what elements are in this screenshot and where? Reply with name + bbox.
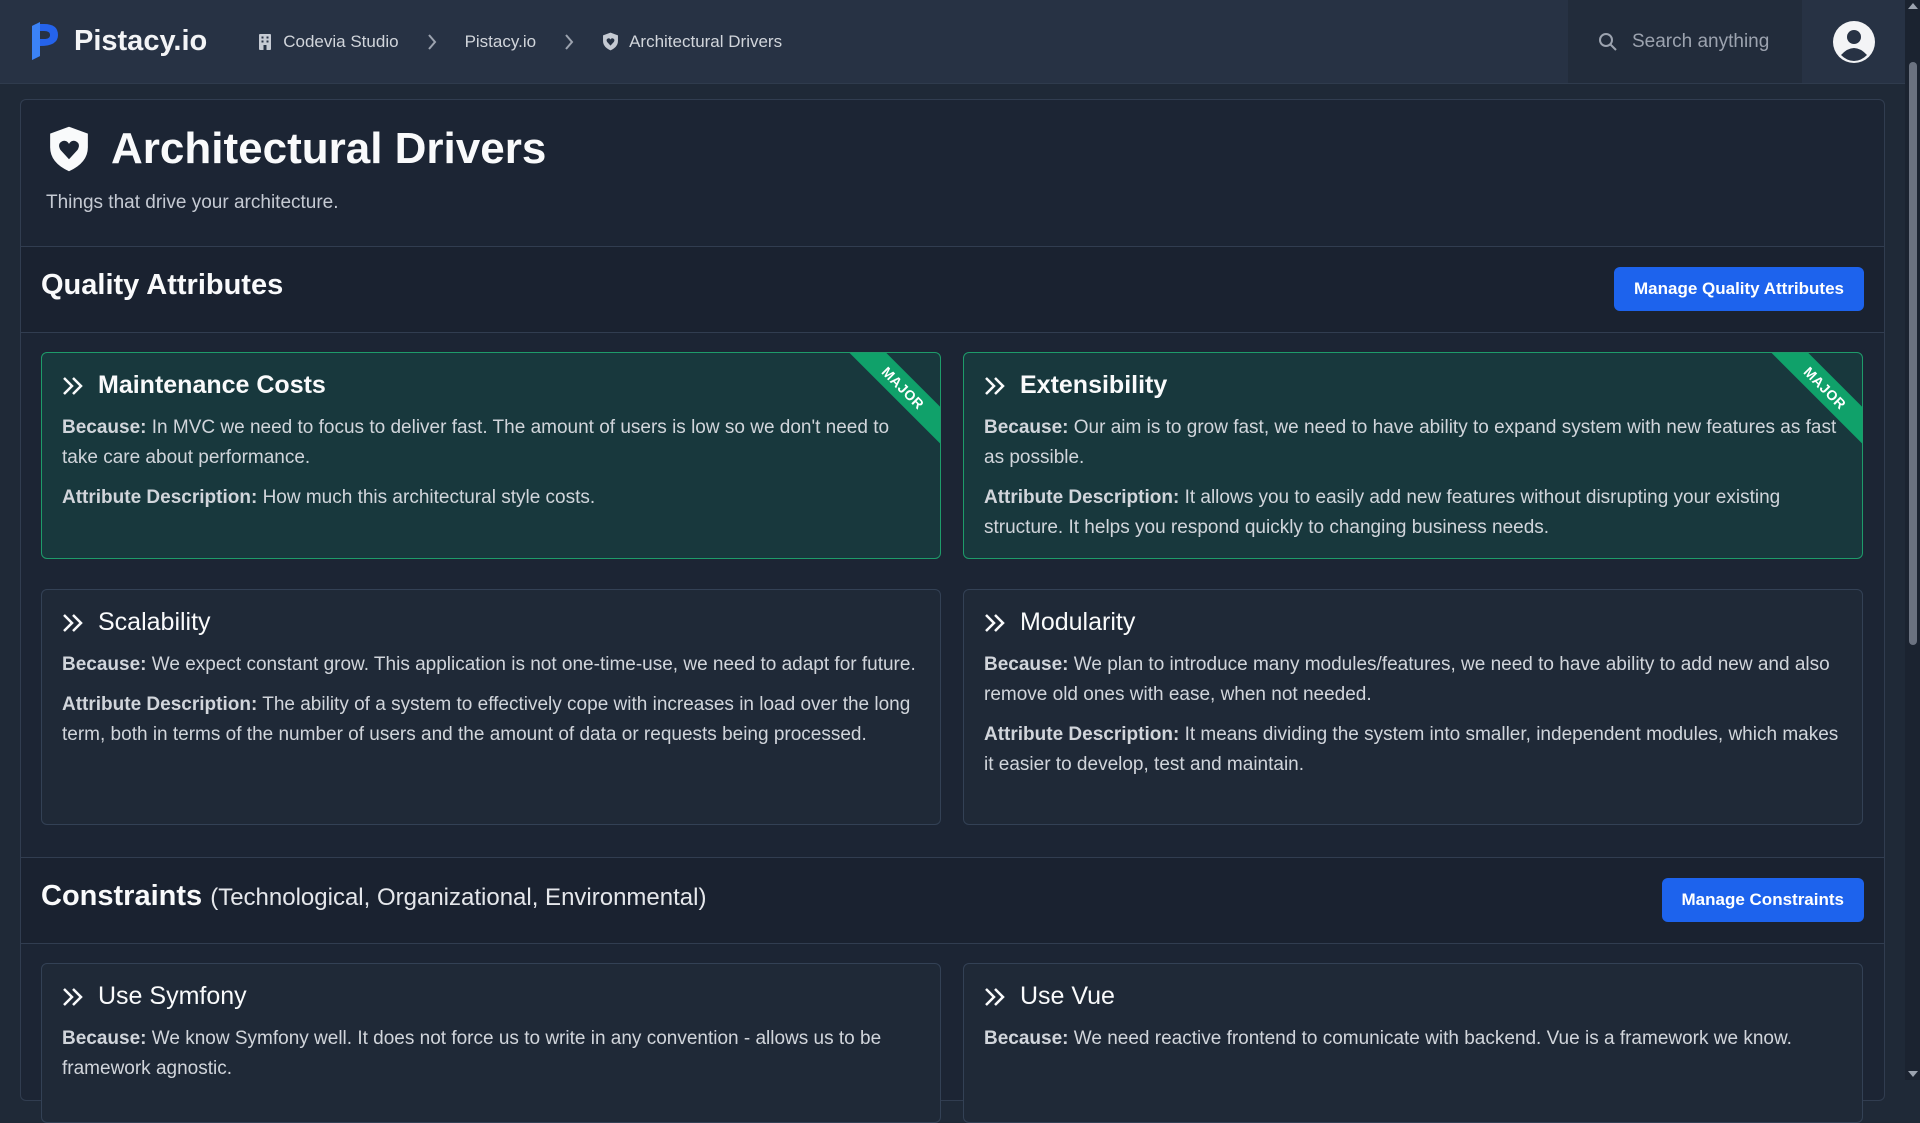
card-title: Scalability bbox=[98, 608, 211, 636]
card-body: Because: We expect constant grow. This a… bbox=[62, 650, 920, 760]
quality-attribute-card[interactable]: Scalability Because: We expect constant … bbox=[41, 589, 941, 825]
card-body: Because: We need reactive frontend to co… bbox=[984, 1024, 1842, 1064]
page-subtitle: Things that drive your architecture. bbox=[46, 192, 339, 213]
description-label: Attribute Description: bbox=[62, 694, 258, 715]
page-header: Architectural Drivers Things that drive … bbox=[21, 100, 1884, 247]
quality-attribute-card[interactable]: MAJOR Extensibility Because: Our aim is … bbox=[963, 352, 1863, 559]
breadcrumb-label: Architectural Drivers bbox=[629, 31, 783, 51]
because-label: Because: bbox=[62, 1028, 147, 1049]
constraint-card[interactable]: Use Vue Because: We need reactive fronte… bbox=[963, 963, 1863, 1123]
because-value: In MVC we need to focus to deliver fast.… bbox=[62, 417, 890, 468]
constraints-title-text: Constraints bbox=[41, 880, 203, 912]
description-label: Attribute Description: bbox=[984, 724, 1180, 745]
double-chevron-right-icon bbox=[63, 376, 83, 395]
breadcrumb-item-project[interactable]: Pistacy.io bbox=[465, 32, 537, 52]
description-label: Attribute Description: bbox=[984, 487, 1180, 508]
double-chevron-right-icon bbox=[985, 613, 1005, 632]
card-title: Extensibility bbox=[1020, 371, 1168, 399]
description-text: Attribute Description: It allows you to … bbox=[984, 483, 1842, 543]
main-panel: Architectural Drivers Things that drive … bbox=[20, 99, 1885, 1123]
page-title: Architectural Drivers bbox=[111, 124, 547, 173]
breadcrumb: Codevia Studio Pistacy.io Architectural … bbox=[257, 32, 782, 52]
building-icon bbox=[259, 33, 272, 50]
because-text: Because: We know Symfony well. It does n… bbox=[62, 1024, 920, 1084]
card-title: Use Vue bbox=[1020, 982, 1115, 1010]
because-text: Because: We plan to introduce many modul… bbox=[984, 650, 1842, 710]
card-body: Because: We know Symfony well. It does n… bbox=[62, 1024, 920, 1094]
scroll-down-arrow-icon[interactable] bbox=[1908, 1071, 1918, 1077]
constraints-header: Constraints (Technological, Organization… bbox=[21, 857, 1884, 944]
chevron-right-icon bbox=[427, 33, 437, 51]
because-label: Because: bbox=[984, 417, 1069, 438]
page-scrollbar[interactable] bbox=[1905, 0, 1920, 1080]
card-body: Because: We plan to introduce many modul… bbox=[984, 650, 1842, 790]
card-title-row: Extensibility bbox=[984, 371, 1167, 400]
double-chevron-right-icon bbox=[985, 987, 1005, 1006]
double-chevron-right-icon bbox=[985, 376, 1005, 395]
quality-attribute-card[interactable]: Modularity Because: We plan to introduce… bbox=[963, 589, 1863, 825]
because-text: Because: We expect constant grow. This a… bbox=[62, 650, 920, 680]
card-title-row: Modularity bbox=[984, 608, 1135, 637]
double-chevron-right-icon bbox=[63, 613, 83, 632]
search-input[interactable] bbox=[1630, 29, 1794, 54]
card-title-row: Scalability bbox=[62, 608, 211, 637]
because-value: We plan to introduce many modules/featur… bbox=[984, 654, 1830, 705]
quality-attribute-card[interactable]: MAJOR Maintenance Costs Because: In MVC … bbox=[41, 352, 941, 559]
constraints-title: Constraints (Technological, Organization… bbox=[41, 880, 706, 913]
because-label: Because: bbox=[62, 417, 147, 438]
quality-attributes-header: Quality Attributes Manage Quality Attrib… bbox=[21, 247, 1884, 333]
because-label: Because: bbox=[984, 654, 1069, 675]
description-text: Attribute Description: How much this arc… bbox=[62, 483, 920, 513]
breadcrumb-label: Codevia Studio bbox=[283, 31, 399, 51]
constraints-subtitle: (Technological, Organizational, Environm… bbox=[210, 884, 707, 911]
because-value: We expect constant grow. This applicatio… bbox=[151, 654, 916, 675]
double-chevron-right-icon bbox=[63, 987, 83, 1006]
breadcrumb-label: Pistacy.io bbox=[464, 31, 537, 51]
chevron-right-icon bbox=[564, 33, 574, 51]
description-text: Attribute Description: It means dividing… bbox=[984, 720, 1842, 780]
card-title-row: Use Symfony bbox=[62, 982, 247, 1011]
breadcrumb-item-current[interactable]: Architectural Drivers bbox=[602, 32, 782, 52]
because-text: Because: We need reactive frontend to co… bbox=[984, 1024, 1842, 1054]
because-value: Our aim is to grow fast, we need to have… bbox=[984, 417, 1837, 468]
card-title: Use Symfony bbox=[98, 982, 247, 1010]
scroll-up-arrow-icon[interactable] bbox=[1908, 3, 1918, 9]
app-logo[interactable]: Pistacy.io bbox=[28, 21, 208, 62]
description-value: How much this architectural style costs. bbox=[262, 487, 596, 508]
description-text: Attribute Description: The ability of a … bbox=[62, 690, 920, 750]
pistacy-logo-icon bbox=[32, 21, 58, 60]
search-icon bbox=[1598, 32, 1618, 52]
shield-heart-icon bbox=[50, 126, 88, 172]
card-body: Because: In MVC we need to focus to deli… bbox=[62, 413, 920, 523]
scrollbar-thumb[interactable] bbox=[1909, 62, 1917, 645]
because-value: We need reactive frontend to comunicate … bbox=[1073, 1028, 1792, 1049]
because-label: Because: bbox=[984, 1028, 1069, 1049]
card-title: Maintenance Costs bbox=[98, 371, 326, 399]
app-name: Pistacy.io bbox=[74, 25, 208, 57]
page-title-row: Architectural Drivers bbox=[47, 124, 546, 174]
because-label: Because: bbox=[62, 654, 147, 675]
because-text: Because: Our aim is to grow fast, we nee… bbox=[984, 413, 1842, 473]
top-navbar: Pistacy.io Codevia Studio Pistacy.io Arc… bbox=[0, 0, 1905, 84]
user-avatar-icon[interactable] bbox=[1833, 21, 1875, 63]
card-title-row: Maintenance Costs bbox=[62, 371, 326, 400]
quality-attributes-title: Quality Attributes bbox=[41, 269, 284, 301]
card-body: Because: Our aim is to grow fast, we nee… bbox=[984, 413, 1842, 553]
card-title: Modularity bbox=[1020, 608, 1136, 636]
breadcrumb-item-organization[interactable]: Codevia Studio bbox=[257, 31, 399, 52]
because-text: Because: In MVC we need to focus to deli… bbox=[62, 413, 920, 473]
manage-quality-attributes-button[interactable]: Manage Quality Attributes bbox=[1613, 267, 1864, 311]
description-label: Attribute Description: bbox=[62, 487, 258, 508]
search-box[interactable] bbox=[1568, 0, 1802, 83]
card-title-row: Use Vue bbox=[984, 982, 1115, 1011]
shield-heart-icon bbox=[603, 32, 619, 51]
constraint-card[interactable]: Use Symfony Because: We know Symfony wel… bbox=[41, 963, 941, 1123]
manage-constraints-button[interactable]: Manage Constraints bbox=[1661, 878, 1864, 922]
because-value: We know Symfony well. It does not force … bbox=[62, 1028, 882, 1079]
